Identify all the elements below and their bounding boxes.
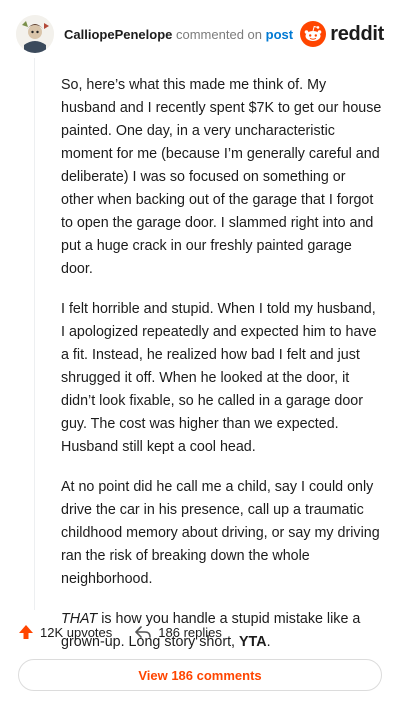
upvote-arrow-icon [19, 625, 33, 639]
replies-count: 186 replies [158, 624, 222, 640]
reddit-wordmark: reddit [330, 22, 384, 45]
comment-paragraph-3: At no point did he call me a child, say … [61, 479, 380, 587]
reply-arrow-icon [135, 626, 152, 638]
verdict-yta: YTA [239, 634, 267, 650]
post-link[interactable]: post [266, 27, 293, 42]
reddit-logo[interactable]: reddit [300, 21, 384, 47]
comment-header: CalliopePenelope commented on post reddi… [16, 14, 384, 54]
avatar-image [16, 15, 54, 53]
comment-paragraph-1: So, here’s what this made me think of. M… [61, 77, 382, 277]
comment-body: So, here’s what this made me think of. M… [61, 74, 382, 671]
thread-line [34, 58, 35, 610]
paragraph-4-end: . [266, 634, 271, 650]
comment-actions: 12K upvotes 186 replies [18, 624, 222, 640]
view-comments-button[interactable]: View 186 comments [18, 659, 382, 691]
comment-paragraph-2: I felt horrible and stupid. When I told … [61, 301, 377, 455]
author-line: CalliopePenelope commented on post [64, 27, 300, 42]
avatar[interactable] [16, 15, 54, 53]
commented-on-text: commented on [176, 26, 262, 42]
upvote-button[interactable]: 12K upvotes [18, 624, 112, 640]
reddit-snoo-icon [300, 21, 327, 47]
reddit-comment-card: CalliopePenelope commented on post reddi… [0, 0, 400, 708]
replies-button[interactable]: 186 replies [134, 624, 222, 640]
upvote-count: 12K upvotes [40, 624, 113, 640]
author-name[interactable]: CalliopePenelope [64, 27, 172, 42]
